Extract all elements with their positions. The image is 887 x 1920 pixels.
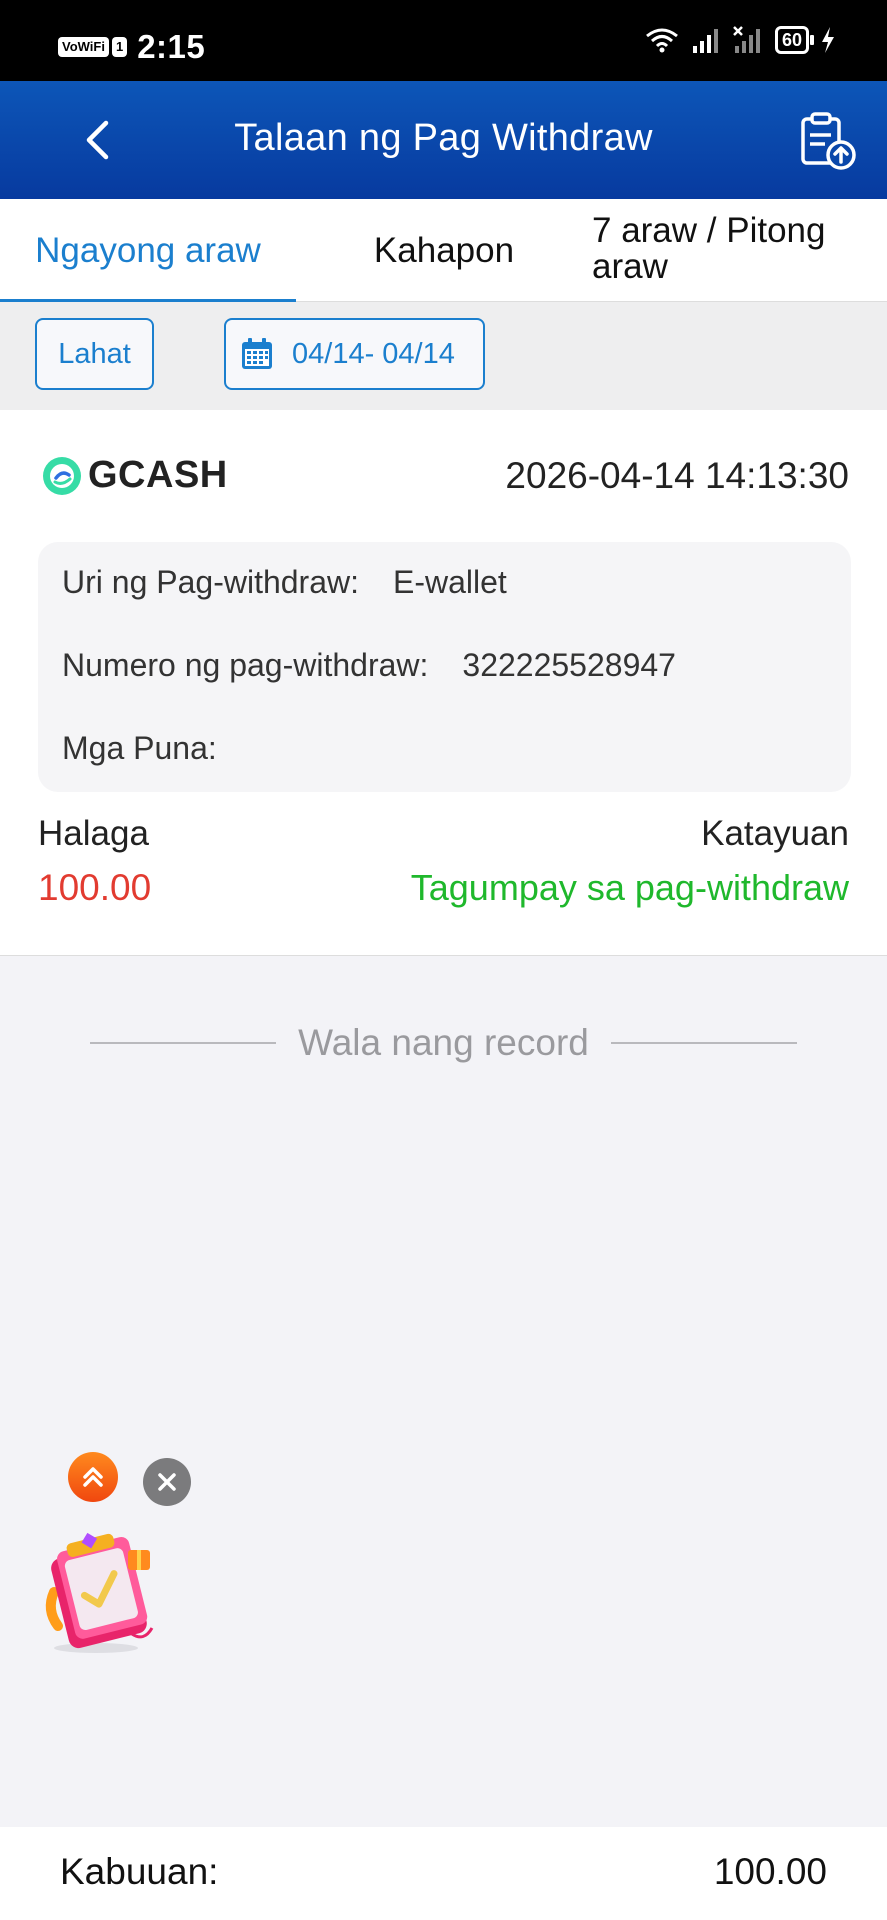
withdraw-number-label: Numero ng pag-withdraw:: [62, 647, 429, 683]
close-icon: [158, 1473, 176, 1491]
withdraw-number-row: Numero ng pag-withdraw: 322225528947: [62, 647, 676, 684]
close-promo-button[interactable]: [143, 1458, 191, 1506]
remarks-label: Mga Puna:: [62, 730, 217, 766]
withdraw-type-row: Uri ng Pag-withdraw: E-wallet: [62, 564, 507, 601]
export-records-button[interactable]: [797, 111, 857, 171]
provider-name: GCASH: [88, 454, 228, 496]
vowifi-icon: VoWiFi 1: [58, 37, 128, 57]
sim-badge: 1: [111, 37, 128, 57]
wifi-icon: [646, 28, 678, 53]
divider-left: [90, 1042, 277, 1044]
date-range-picker[interactable]: 04/14- 04/14: [224, 318, 485, 390]
date-range-text: 04/14- 04/14: [292, 337, 455, 370]
withdraw-type-label: Uri ng Pag-withdraw:: [62, 564, 359, 600]
amount-value: 100.00: [38, 867, 152, 908]
no-more-records: Wala nang record: [90, 1022, 798, 1064]
withdraw-record[interactable]: GCASH 2026-04-14 14:13:30 Uri ng Pag-wit…: [0, 410, 887, 956]
page-title: Talaan ng Pag Withdraw: [234, 117, 653, 159]
filter-all-button[interactable]: Lahat: [35, 318, 154, 390]
date-tabs: Ngayong araw Kahapon 7 araw / Pitong ara…: [0, 199, 887, 303]
provider: GCASH: [42, 454, 228, 497]
no-more-records-text: Wala nang record: [298, 1022, 589, 1063]
total-bar: Kabuuan: 100.00: [0, 1827, 887, 1920]
tab-today[interactable]: Ngayong araw: [0, 199, 296, 303]
record-details: Uri ng Pag-withdraw: E-wallet Numero ng …: [38, 542, 851, 792]
filter-bar: Lahat 04/14- 04/14: [0, 302, 887, 410]
divider-right: [610, 1042, 798, 1044]
calendar-icon: [242, 338, 272, 369]
scroll-to-top-button[interactable]: [68, 1452, 118, 1502]
status-bar: VoWiFi 1 2:15 60: [0, 0, 887, 81]
record-timestamp: 2026-04-14 14:13:30: [505, 455, 849, 496]
charging-icon: [822, 27, 834, 53]
status-right: 60: [645, 26, 835, 54]
status-label: Katayuan: [701, 814, 849, 853]
double-chevron-up-icon: [83, 1467, 103, 1487]
gcash-logo-icon: [43, 456, 81, 495]
status-left: VoWiFi 1 2:15: [58, 28, 205, 66]
tab-yesterday[interactable]: Kahapon: [296, 199, 592, 302]
clipboard-upload-icon: [801, 112, 856, 170]
gift-book-icon: [45, 1532, 154, 1653]
promo-widget[interactable]: [36, 1530, 162, 1656]
status-time: 2:15: [137, 28, 206, 65]
battery-icon: 60: [774, 26, 815, 54]
amount-label: Halaga: [38, 814, 149, 853]
withdraw-type-value: E-wallet: [393, 564, 507, 600]
remarks-row: Mga Puna:: [62, 730, 251, 767]
tab-seven-days[interactable]: 7 araw / Pitong araw: [592, 199, 887, 302]
signal-x-icon: [733, 26, 760, 53]
vowifi-badge: VoWiFi: [58, 37, 109, 57]
total-label: Kabuuan:: [60, 1851, 219, 1892]
status-value: Tagumpay sa pag-withdraw: [410, 867, 849, 908]
app-header: Talaan ng Pag Withdraw: [0, 81, 887, 199]
total-value: 100.00: [713, 1851, 827, 1892]
signal-icon: [692, 29, 718, 53]
withdraw-number-value: 322225528947: [462, 647, 676, 683]
